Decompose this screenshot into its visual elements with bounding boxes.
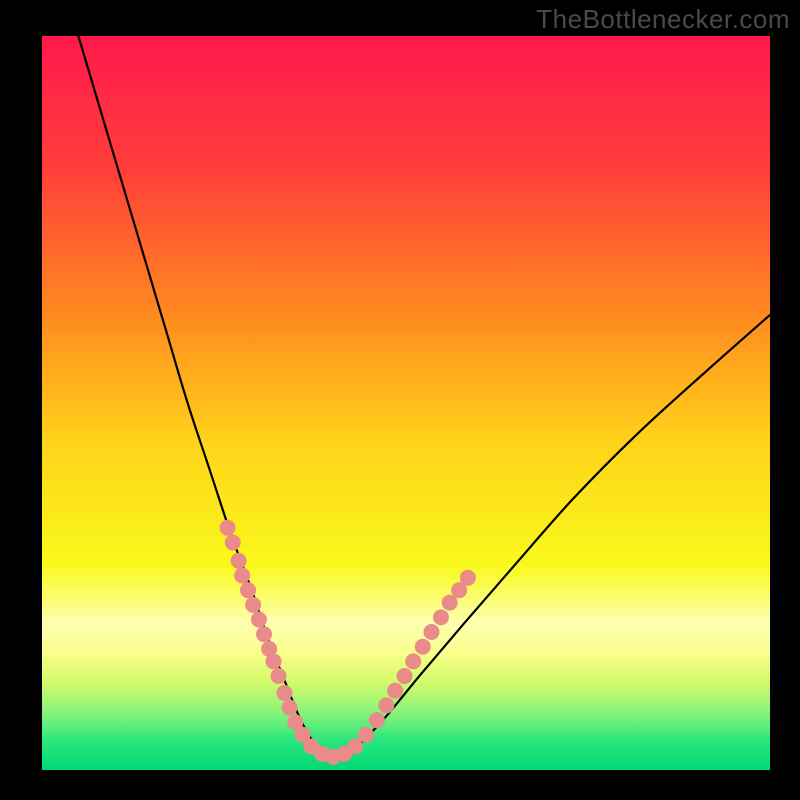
highlight-dot	[358, 727, 374, 743]
highlight-dot	[251, 612, 267, 628]
highlight-dot	[347, 739, 363, 755]
highlight-dot	[397, 668, 413, 684]
highlight-dot	[231, 553, 247, 569]
highlight-dot	[225, 534, 241, 550]
highlight-dot	[220, 520, 236, 536]
highlight-dot	[423, 624, 439, 640]
highlight-dot	[369, 712, 385, 728]
highlight-dot	[276, 685, 292, 701]
chart-frame: TheBottlenecker.com	[0, 0, 800, 800]
highlight-dot	[271, 668, 287, 684]
highlight-dot	[266, 653, 282, 669]
highlight-dot	[256, 626, 272, 642]
highlight-dot	[378, 697, 394, 713]
highlight-dot	[405, 653, 421, 669]
highlight-dot	[234, 567, 250, 583]
bottleneck-chart	[0, 0, 800, 800]
highlight-dot	[245, 597, 261, 613]
highlight-dot	[282, 700, 298, 716]
highlight-dot	[240, 582, 256, 598]
highlight-dot	[433, 609, 449, 625]
highlight-dot	[460, 570, 476, 586]
highlight-dot	[415, 639, 431, 655]
highlight-dot	[387, 683, 403, 699]
